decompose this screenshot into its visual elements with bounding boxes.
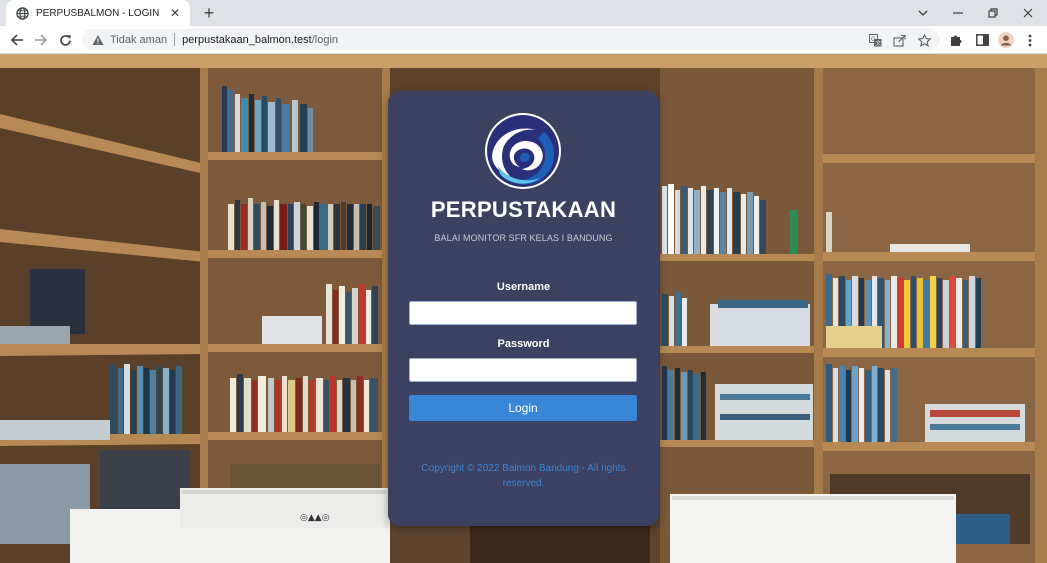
svg-text:◎▲▲◎: ◎▲▲◎ (300, 513, 330, 523)
avatar-icon[interactable] (997, 31, 1015, 49)
password-input[interactable] (409, 358, 637, 382)
reload-icon[interactable] (54, 29, 76, 51)
puzzle-icon[interactable] (947, 31, 965, 49)
password-label: Password (497, 338, 550, 350)
login-card: PERPUSTAKAAN BALAI MONITOR SFR KELAS I B… (388, 91, 659, 526)
new-tab-button[interactable]: + (198, 2, 220, 24)
kominfo-logo (484, 112, 562, 190)
forward-arrow-icon[interactable] (30, 29, 52, 51)
globe-icon (16, 6, 29, 20)
username-label: Username (496, 281, 551, 293)
share-icon[interactable] (892, 33, 906, 47)
minimize-button[interactable] (941, 0, 975, 26)
tab-search-chevron-icon[interactable] (906, 0, 940, 26)
omnibox-divider (174, 33, 176, 46)
translate-icon[interactable]: G文 (868, 33, 882, 47)
url-host: perpustakaan_balmon.test (182, 33, 312, 46)
browser-tab[interactable]: PERPUSBALMON - LOGIN ✕ (6, 0, 190, 26)
security-label[interactable]: Tidak aman (110, 34, 167, 46)
url-text[interactable]: perpustakaan_balmon.test/login (182, 34, 338, 46)
kebab-menu-icon[interactable] (1021, 31, 1039, 49)
side-panel-icon[interactable] (973, 31, 991, 49)
tab-title: PERPUSBALMON - LOGIN (36, 7, 160, 19)
star-icon[interactable] (917, 33, 931, 47)
login-page: ◎▲▲◎ PERPUSTAKAAN BALAI MONITOR SFR KELA… (0, 54, 1047, 563)
url-path: /login (311, 33, 339, 46)
restore-button[interactable] (976, 0, 1010, 26)
back-arrow-icon[interactable] (6, 29, 28, 51)
copyright-text: Copyright © 2022 Balmon Bandung - All ri… (421, 463, 626, 489)
warning-triangle-icon[interactable] (92, 34, 104, 46)
brand-title: PERPUSTAKAAN (430, 197, 617, 222)
address-bar[interactable]: Tidak aman perpustakaan_balmon.test/logi… (82, 29, 940, 50)
svg-text:文: 文 (875, 39, 881, 47)
close-window-button[interactable] (1011, 0, 1045, 26)
tab-strip: PERPUSBALMON - LOGIN ✕ + (0, 0, 1047, 26)
username-input[interactable] (409, 301, 637, 325)
login-button[interactable]: Login (409, 395, 637, 421)
tab-close-icon[interactable]: ✕ (168, 6, 182, 20)
browser-toolbar: Tidak aman perpustakaan_balmon.test/logi… (0, 26, 1047, 54)
brand-subtitle: BALAI MONITOR SFR KELAS I BANDUNG (434, 233, 613, 243)
